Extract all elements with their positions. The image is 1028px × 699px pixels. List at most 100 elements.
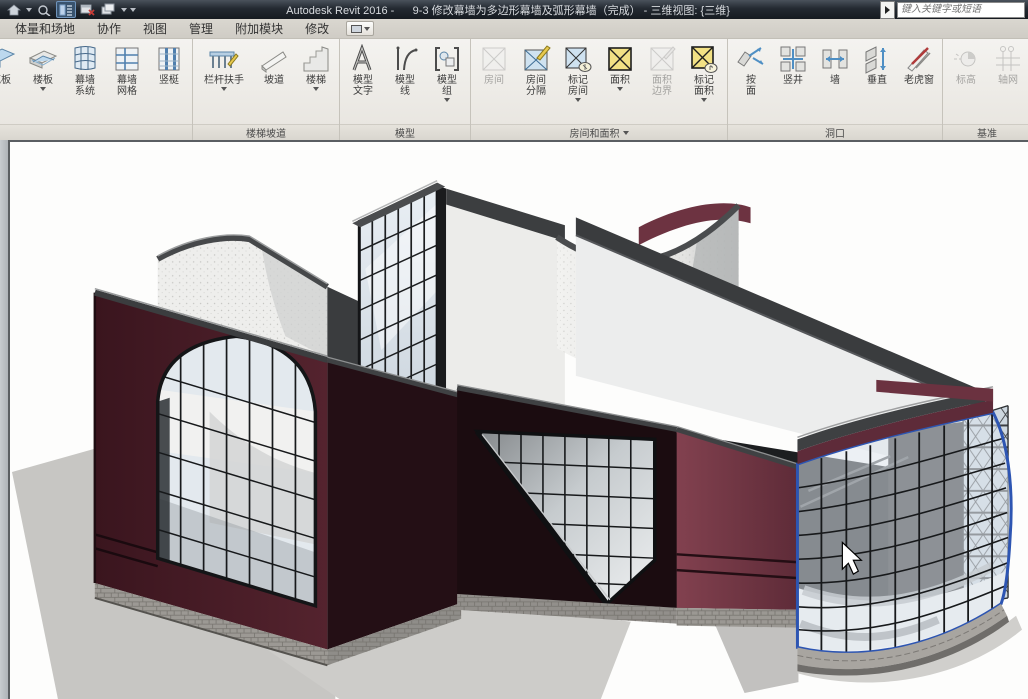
tag-room-icon (563, 42, 593, 75)
curtain-grid-button[interactable]: 幕墙 网格 (106, 41, 148, 97)
switch-windows-dropdown-icon[interactable] (121, 8, 127, 12)
arched-curtain-wall[interactable] (158, 336, 316, 606)
ceiling-icon (0, 42, 16, 75)
panel-label-opening: 洞口 (728, 124, 942, 140)
ceiling-button[interactable]: 花板 (0, 41, 22, 86)
home-3d-icon[interactable] (5, 2, 23, 17)
dropdown-arrow-icon (40, 87, 46, 91)
panel-label-datum: 基准 (943, 124, 1028, 140)
curtain-system-button[interactable]: 幕墙 系统 (64, 41, 106, 97)
shaft-opening-button[interactable]: 竖井 (772, 41, 814, 86)
building-model[interactable] (95, 181, 1011, 676)
opening-by-face-icon (735, 42, 767, 75)
orbit-icon[interactable] (35, 2, 53, 17)
left-palette-edge[interactable] (0, 140, 8, 699)
area-button[interactable]: 面积 (599, 41, 641, 91)
ramp-icon (259, 42, 289, 75)
panel-label-stairs-ramp: 楼梯坡道 (193, 124, 339, 140)
polygonal-curtain-wall[interactable] (457, 385, 677, 624)
model-group-button[interactable]: 模型 组 (426, 41, 468, 102)
dormer-opening-button[interactable]: 老虎窗 (898, 41, 940, 86)
curved-curtain-wall-selected[interactable] (797, 387, 1011, 676)
vertical-opening-button[interactable]: 垂直 (856, 41, 898, 86)
tab-manage[interactable]: 管理 (178, 19, 224, 38)
revit-window: Autodesk Revit 2016 - 9-3 修改幕墙为多边形幕墙及弧形幕… (0, 0, 1028, 699)
3d-view[interactable] (10, 142, 1028, 699)
shaft-opening-icon (778, 42, 808, 75)
title-bar: Autodesk Revit 2016 - 9-3 修改幕墙为多边形幕墙及弧形幕… (0, 0, 1028, 19)
close-hidden-windows-icon[interactable] (79, 2, 97, 17)
railing-icon (208, 42, 240, 75)
panel-label-build (0, 124, 192, 140)
room-separator-button[interactable]: 房间 分隔 (515, 41, 557, 97)
room-separator-icon (521, 42, 551, 75)
dropdown-arrow-icon (313, 87, 319, 91)
tab-addins[interactable]: 附加模块 (224, 19, 294, 38)
panel-opening: 按 面 竖井 墙 垂直 老虎窗 (728, 39, 943, 140)
panel-dropdown-icon (623, 131, 629, 135)
stair-button[interactable]: 楼梯 (295, 41, 337, 91)
model-text-button[interactable]: 模型 文字 (342, 41, 384, 97)
railing-button[interactable]: 栏杆扶手 (195, 41, 253, 91)
panel-build: 花板 楼板 幕墙 系统 幕墙 网格 (0, 39, 193, 140)
model-line-button[interactable]: 模型 线 (384, 41, 426, 97)
ribbon-state-icon (351, 25, 362, 33)
wall-opening-button[interactable]: 墙 (814, 41, 856, 86)
tag-area-button[interactable]: 标记 面积 (683, 41, 725, 102)
search-input[interactable] (897, 2, 1025, 18)
level-button: 标高 (945, 41, 987, 86)
panel-room-area: 房间 房间 分隔 标记 房间 面积 (471, 39, 728, 140)
tag-room-button[interactable]: 标记 房间 (557, 41, 599, 102)
infocenter-expand-icon[interactable] (880, 1, 895, 19)
opening-by-face-button[interactable]: 按 面 (730, 41, 772, 97)
drawing-area[interactable] (8, 140, 1028, 699)
type-properties-icon[interactable] (56, 1, 76, 18)
area-icon (605, 42, 635, 75)
vertical-opening-icon (862, 42, 892, 75)
model-group-icon (432, 42, 462, 75)
panel-label-model: 模型 (340, 124, 470, 140)
curtain-grid-icon (112, 42, 142, 75)
panel-datum: 标高 轴网 基准 (943, 39, 1028, 140)
ribbon-state-toggle[interactable] (346, 21, 374, 36)
panel-label-room-area[interactable]: 房间和面积 (471, 124, 727, 140)
tab-collaborate[interactable]: 协作 (86, 19, 132, 38)
level-icon (951, 42, 981, 75)
dropdown-arrow-icon (221, 87, 227, 91)
ramp-button[interactable]: 坡道 (253, 41, 295, 86)
search-box (897, 2, 1025, 18)
panel-stairs-ramp: 栏杆扶手 坡道 楼梯 楼梯坡道 (193, 39, 340, 140)
tab-modify[interactable]: 修改 (294, 19, 340, 38)
area-boundary-icon (647, 42, 677, 75)
ribbon: 花板 楼板 幕墙 系统 幕墙 网格 (0, 39, 1028, 140)
grid-icon (993, 42, 1023, 75)
switch-windows-icon[interactable] (100, 2, 118, 17)
floor-button[interactable]: 楼板 (22, 41, 64, 91)
area-boundary-button: 面积 边界 (641, 41, 683, 97)
tab-massing-site[interactable]: 体量和场地 (4, 19, 86, 38)
quick-access-toolbar (0, 0, 136, 19)
window-title: Autodesk Revit 2016 - 9-3 修改幕墙为多边形幕墙及弧形幕… (136, 2, 880, 18)
left-wing-side-wall (327, 357, 461, 665)
infocenter (880, 1, 1025, 19)
model-line-icon (390, 42, 420, 75)
grid-button: 轴网 (987, 41, 1028, 86)
panel-model: 模型 文字 模型 线 模型 组 模型 (340, 39, 471, 140)
stair-icon (301, 42, 331, 75)
wall-opening-icon (820, 42, 850, 75)
room-button: 房间 (473, 41, 515, 86)
room-icon (479, 42, 509, 75)
home-dropdown-icon[interactable] (26, 8, 32, 12)
tab-view[interactable]: 视图 (132, 19, 178, 38)
dropdown-arrow-icon (444, 98, 450, 102)
ribbon-tab-row: 体量和场地 协作 视图 管理 附加模块 修改 (0, 19, 1028, 39)
tag-area-icon (689, 42, 719, 75)
mullion-icon (154, 42, 184, 75)
model-text-icon (348, 42, 378, 75)
floor-icon (28, 42, 58, 75)
dormer-opening-icon (904, 42, 934, 75)
dropdown-arrow-icon (617, 87, 623, 91)
mullion-button[interactable]: 竖梃 (148, 41, 190, 86)
curtain-system-icon (70, 42, 100, 75)
dropdown-arrow-icon (701, 98, 707, 102)
